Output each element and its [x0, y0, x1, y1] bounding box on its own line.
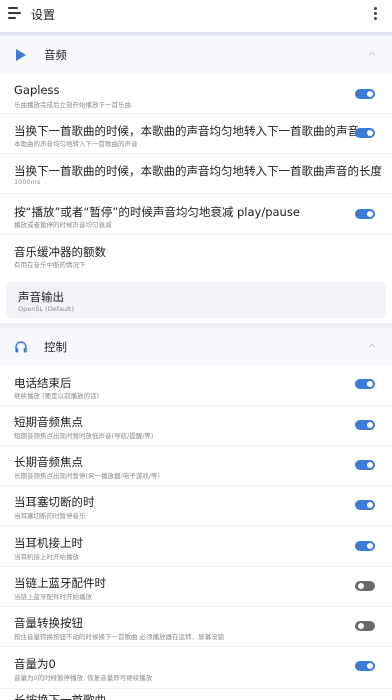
setting-subtitle: 音量为0的时候暂停播放, 恢复音量即可继续播放: [14, 674, 153, 682]
setting-title: 电话结束后: [14, 376, 72, 390]
divider: [0, 153, 392, 154]
app-bar: 设置: [0, 0, 392, 32]
setting-title: 音乐缓冲器的额数: [14, 245, 106, 259]
setting-title: 音量转换按钮: [14, 616, 83, 630]
divider: [0, 688, 392, 689]
divider: [0, 646, 392, 647]
setting-gapless[interactable]: Gapless 乐曲播放完成后立刻开始播放下一首乐曲.: [0, 81, 392, 111]
setting-title: 长期音频焦点: [14, 455, 83, 469]
page-title: 设置: [31, 8, 56, 22]
setting-title: 声音输出: [18, 290, 64, 304]
divider: [0, 193, 392, 194]
chevron-up-icon[interactable]: [368, 49, 376, 57]
setting-title: 当耳塞切断的时: [14, 495, 95, 509]
divider: [0, 485, 392, 486]
setting-buffer-count[interactable]: 音乐缓冲器的额数 有用在音乐中断的情况下: [0, 242, 392, 272]
setting-volume-zero[interactable]: 音量为0 音量为0的时候暂停播放, 恢复音量即可继续播放: [0, 654, 392, 684]
toggle-switch[interactable]: [355, 621, 375, 631]
setting-crossfade[interactable]: 当换下一首歌曲的时候，本歌曲的声音均匀地转入下一首歌曲的声音 本歌曲的声音均匀地…: [0, 121, 392, 151]
toggle-switch[interactable]: [355, 541, 375, 551]
setting-title: 音量为0: [14, 657, 56, 671]
setting-headphone-plug[interactable]: 当耳机接上时 当耳机接上时开始播放: [0, 533, 392, 563]
setting-title: 短期音频焦点: [14, 415, 83, 429]
setting-after-call[interactable]: 电话结束后 继续播放 (要是以前播放的话): [0, 373, 392, 403]
setting-title: 当耳机接上时: [14, 536, 83, 550]
toggle-switch[interactable]: [355, 379, 375, 389]
setting-long-audio-focus[interactable]: 长期音频焦点 长期音频焦点出现时暂停(另一播放器/电子游戏/等): [0, 452, 392, 482]
divider: [0, 405, 392, 406]
setting-title: 当换下一首歌曲的时候，本歌曲的声音均匀地转入下一首歌曲的声音: [14, 124, 359, 138]
setting-short-audio-focus[interactable]: 短期音频焦点 短期音频焦点出现时暂时放低声音(导航/提醒/等): [0, 412, 392, 442]
setting-subtitle: 有用在音乐中断的情况下: [14, 261, 86, 269]
setting-title: 当换下一首歌曲的时候，本歌曲的声音均匀地转入下一首歌曲声音的长度: [14, 164, 382, 178]
setting-fade-play-pause[interactable]: 按“播放”或者“暂停”的时候声音均匀地衰减 play/pause 播放或者暂停的…: [0, 202, 392, 232]
divider: [0, 525, 392, 526]
setting-subtitle: 本歌曲的声音均匀地转入下一首歌曲的声音: [14, 140, 138, 148]
divider: [0, 234, 392, 235]
setting-subtitle: OpenSL (Default): [18, 305, 74, 313]
section-title-audio: 音频: [44, 48, 67, 62]
setting-title: 当链上蓝牙配件时: [14, 576, 106, 590]
divider: [0, 566, 392, 567]
setting-long-press-next[interactable]: 长按换下一首歌曲: [0, 691, 392, 700]
setting-volume-button[interactable]: 音量转换按钮 按住音量转换按钮不动的时候换下一首歌曲 必须播放器在运转、屏幕没锁: [0, 613, 392, 643]
headphones-icon: [15, 341, 27, 353]
setting-title: 长按换下一首歌曲: [14, 693, 106, 700]
toggle-switch[interactable]: [355, 581, 375, 591]
setting-subtitle: 当耳机接上时开始播放: [14, 553, 79, 561]
toggle-switch[interactable]: [355, 209, 375, 219]
setting-subtitle: 1000ms: [14, 178, 41, 186]
section-title-control: 控制: [44, 340, 67, 354]
chevron-up-icon[interactable]: [368, 341, 376, 349]
menu-icon[interactable]: [8, 6, 22, 20]
setting-earphone-unplug[interactable]: 当耳塞切断的时 当耳塞切断的时暂停音乐: [0, 492, 392, 522]
setting-subtitle: 继续播放 (要是以前播放的话): [14, 392, 100, 400]
more-vert-icon[interactable]: [374, 7, 378, 21]
toggle-switch[interactable]: [355, 460, 375, 470]
setting-subtitle: 按住音量转换按钮不动的时候换下一首歌曲 必须播放器在运转、屏幕没锁: [14, 633, 225, 641]
setting-audio-output[interactable]: 声音输出 OpenSL (Default): [6, 282, 386, 318]
section-header-control[interactable]: 控制: [0, 328, 392, 366]
toggle-switch[interactable]: [355, 661, 375, 671]
setting-subtitle: 当链上蓝牙配件时开始播放: [14, 593, 92, 601]
setting-subtitle: 播放或者暂停的时候声音均匀衰减: [14, 221, 112, 229]
setting-title: Gapless: [14, 83, 60, 97]
setting-subtitle: 乐曲播放完成后立刻开始播放下一首乐曲.: [14, 101, 134, 109]
setting-subtitle: 长期音频焦点出现时暂停(另一播放器/电子游戏/等): [14, 472, 160, 480]
play-triangle-icon: [16, 49, 26, 61]
setting-bluetooth-connect[interactable]: 当链上蓝牙配件时 当链上蓝牙配件时开始播放: [0, 573, 392, 603]
divider: [0, 113, 392, 114]
toggle-switch[interactable]: [355, 420, 375, 430]
setting-subtitle: 当耳塞切断的时暂停音乐: [14, 512, 86, 520]
section-header-audio[interactable]: 音频: [0, 36, 392, 74]
setting-crossfade-length[interactable]: 当换下一首歌曲的时候，本歌曲的声音均匀地转入下一首歌曲声音的长度 1000ms: [0, 161, 392, 191]
toggle-switch[interactable]: [355, 89, 375, 99]
toggle-switch[interactable]: [355, 500, 375, 510]
setting-title: 按“播放”或者“暂停”的时候声音均匀地衰减 play/pause: [14, 205, 300, 219]
setting-subtitle: 短期音频焦点出现时暂时放低声音(导航/提醒/等): [14, 432, 154, 440]
divider: [0, 606, 392, 607]
toggle-switch[interactable]: [355, 128, 375, 138]
divider: [0, 445, 392, 446]
